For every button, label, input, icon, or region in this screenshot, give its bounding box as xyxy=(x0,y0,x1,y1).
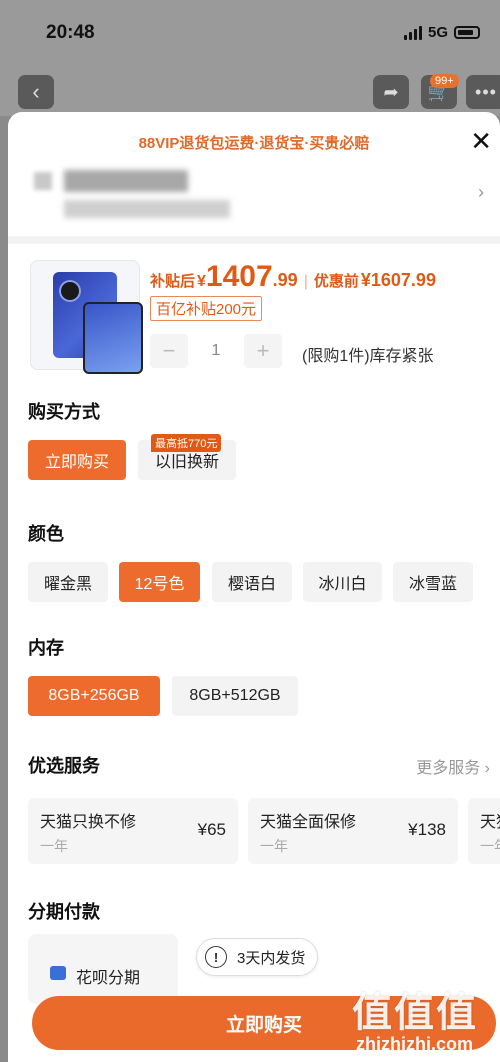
location-icon xyxy=(34,172,52,190)
price-currency: ¥ xyxy=(197,273,206,290)
signal-icon xyxy=(403,25,422,40)
address-row[interactable]: › xyxy=(8,164,500,244)
service-price: ¥138 xyxy=(408,820,446,839)
installment-title: 分期付款 xyxy=(28,902,100,922)
close-icon[interactable]: ✕ xyxy=(470,126,492,157)
sku-sheet: 88VIP退货包运费·退货宝·买贵必赔 ✕ › 补贴后 ¥ 1407 .99 |… xyxy=(8,112,500,1062)
info-icon: ! xyxy=(205,946,227,968)
huabei-icon xyxy=(50,966,66,980)
service-term: 一年 xyxy=(480,838,500,854)
service-card[interactable]: 天猫全面保修 一年 ¥138 xyxy=(248,798,458,864)
top-nav: ‹ ➦ 🛒 99+ ••• xyxy=(0,66,500,116)
service-name: 天猫全面保修 xyxy=(260,814,357,831)
services-title: 优选服务 xyxy=(28,756,100,776)
watermark-logo: 值值值 zhizhizhi.com xyxy=(352,980,492,1062)
color-option-blue[interactable]: 冰雪蓝 xyxy=(393,562,473,602)
service-card[interactable]: 天猫 一年 xyxy=(468,798,500,864)
service-name: 天猫 xyxy=(480,814,500,831)
more-services-link[interactable]: 更多服务 › xyxy=(416,754,490,778)
decrease-button[interactable]: − xyxy=(150,334,188,368)
status-bar: 20:48 5G xyxy=(0,0,500,66)
status-time: 20:48 xyxy=(46,22,95,43)
more-button[interactable]: ••• xyxy=(466,75,500,109)
installment-label: 花呗分期 xyxy=(76,970,141,987)
shipping-tip: ! 3天内发货 xyxy=(196,938,319,976)
installment-option[interactable]: 花呗分期 xyxy=(28,934,178,1004)
service-card[interactable]: 天猫只换不修 一年 ¥65 xyxy=(28,798,238,864)
service-name: 天猫只换不修 xyxy=(40,814,137,831)
pre-discount-price: ¥1607.99 xyxy=(360,270,436,290)
chevron-right-icon: › xyxy=(478,182,484,202)
promo-banner: 88VIP退货包运费·退货宝·买贵必赔 xyxy=(138,135,370,152)
purchase-method-title: 购买方式 xyxy=(28,402,100,422)
color-option-12[interactable]: 12号色 xyxy=(119,562,200,602)
storage-option-256[interactable]: 8GB+256GB xyxy=(28,676,160,716)
color-option-glacier[interactable]: 冰川白 xyxy=(303,562,382,602)
storage-title: 内存 xyxy=(28,638,64,658)
color-option-black[interactable]: 曜金黑 xyxy=(28,562,108,602)
address-detail-redacted xyxy=(64,200,230,218)
product-thumbnail[interactable] xyxy=(30,260,143,374)
network-label: 5G xyxy=(427,24,448,41)
cart-badge: 99+ xyxy=(430,74,459,88)
price-separator: | xyxy=(303,273,308,290)
storage-option-512[interactable]: 8GB+512GB xyxy=(172,676,298,716)
service-term: 一年 xyxy=(40,838,68,854)
quantity-stepper: − 1 + xyxy=(150,334,282,368)
color-title: 颜色 xyxy=(28,524,64,544)
quantity-value[interactable]: 1 xyxy=(188,342,244,360)
share-button[interactable]: ➦ xyxy=(373,75,409,109)
address-name-redacted xyxy=(64,170,188,192)
service-term: 一年 xyxy=(260,838,288,854)
back-button[interactable]: ‹ xyxy=(18,75,54,109)
share-icon: ➦ xyxy=(383,81,399,102)
battery-icon xyxy=(454,26,480,39)
price-integer: 1407 xyxy=(205,260,273,293)
pre-discount-label: 优惠前 xyxy=(313,273,359,290)
chevron-left-icon: ‹ xyxy=(32,79,40,104)
price-line: 补贴后 ¥ 1407 .99 | 优惠前 ¥1607.99 xyxy=(150,260,436,294)
price-label: 补贴后 xyxy=(150,273,196,290)
trade-in-badge: 最高抵770元 xyxy=(151,434,222,452)
more-icon: ••• xyxy=(475,81,497,102)
stock-note: (限购1件)库存紧张 xyxy=(302,348,434,365)
service-price: ¥65 xyxy=(197,820,226,839)
subsidy-tag: 百亿补贴200元 xyxy=(150,296,263,321)
shipping-text: 3天内发货 xyxy=(237,949,306,967)
phone-image xyxy=(53,272,143,374)
status-icons: 5G xyxy=(403,24,480,41)
color-option-white[interactable]: 樱语白 xyxy=(212,562,292,602)
option-buy-now[interactable]: 立即购买 xyxy=(28,440,126,480)
watermark-top: 值值值 xyxy=(352,991,478,1035)
price-decimal: .99 xyxy=(272,270,298,290)
increase-button[interactable]: + xyxy=(244,334,282,368)
divider xyxy=(8,236,500,244)
watermark-url: zhizhizhi.com xyxy=(356,1034,473,1054)
